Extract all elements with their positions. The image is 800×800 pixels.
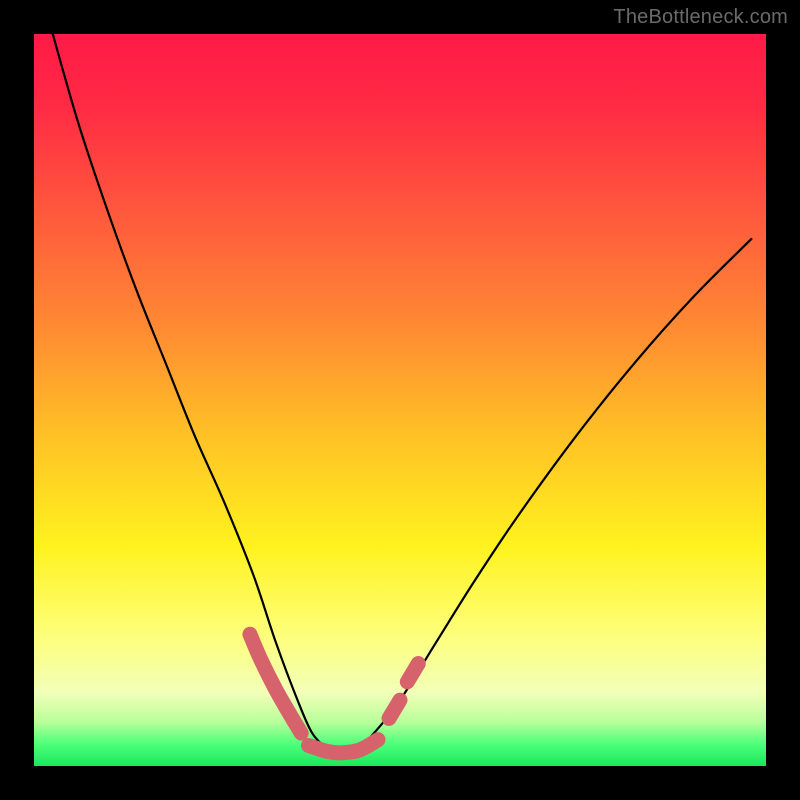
highlight-path [389,700,400,718]
highlight-path [250,634,301,733]
highlight-path [309,740,379,753]
curve-path [49,34,752,751]
highlight-segments [250,634,418,753]
plot-area [34,34,766,766]
bottleneck-curve [34,34,766,766]
chart-frame: TheBottleneck.com [0,0,800,800]
highlight-path [407,664,418,682]
watermark-text: TheBottleneck.com [613,6,788,29]
